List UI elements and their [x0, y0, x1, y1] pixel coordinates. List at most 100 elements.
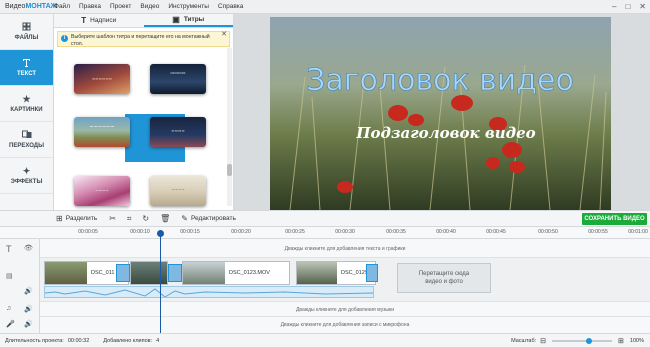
menu-video[interactable]: Видео: [140, 3, 159, 10]
text-track[interactable]: Дважды кликните для добавления текста и …: [40, 239, 650, 258]
menu-help[interactable]: Справка: [218, 3, 244, 10]
menu-tools[interactable]: Инструменты: [168, 3, 209, 10]
sidebar-item-label: КАРТИНКИ: [10, 107, 43, 113]
video-track[interactable]: DSC_011 DSC_0123.MOV DSC_0129 Перетащите…: [40, 258, 650, 302]
close-icon[interactable]: ✕: [639, 2, 646, 11]
sidebar-item-files[interactable]: ФАЙЛЫ: [0, 14, 53, 50]
clip-audio-waveform: [44, 286, 374, 298]
ruler-tick: 00:00:05: [78, 229, 98, 235]
sidebar: ФАЙЛЫ ТЕКСТ ★ КАРТИНКИ ПЕРЕХОДЫ ✦ ЭФФЕКТ…: [0, 14, 54, 210]
hint-banner: i Выберите шаблон титра и перетащите его…: [57, 31, 230, 47]
preview-subtitle: Подзаголовок видео: [355, 124, 535, 142]
volume-icon[interactable]: 🔊: [24, 287, 33, 295]
menu-edit[interactable]: Правка: [79, 3, 101, 10]
menu-bar: Файл Правка Проект Видео Инструменты Спр…: [54, 3, 252, 10]
transition-marker[interactable]: [168, 264, 182, 282]
title-bar: ВидеоМОНТАЖ Файл Правка Проект Видео Инс…: [0, 0, 650, 14]
transitions-icon: [21, 130, 32, 140]
microphone-icon: 🎤: [6, 321, 15, 328]
library-scrollbar[interactable]: [227, 48, 232, 206]
edit-icon: ✎: [181, 214, 188, 223]
title-template[interactable]: ▭▭▭▭: [150, 64, 206, 94]
sidebar-item-transitions[interactable]: ПЕРЕХОДЫ: [0, 122, 53, 158]
edit-button[interactable]: ✎ Редактировать: [181, 214, 236, 223]
title-template[interactable]: ~~~~~~: [74, 117, 130, 147]
music-volume-icon[interactable]: 🔊: [24, 305, 33, 313]
cut-button[interactable]: ✂: [109, 214, 119, 223]
mic-track[interactable]: Дважды кликните для добавления записи с …: [40, 317, 650, 333]
library-panel: T Надписи ▣ Титры i Выберите шаблон титр…: [54, 14, 234, 210]
preview-frame[interactable]: Заголовок видео Подзаголовок видео: [270, 17, 611, 210]
effects-icon: ✦: [22, 166, 31, 176]
save-video-button[interactable]: СОХРАНИТЬ ВИДЕО: [582, 213, 647, 225]
zoom-slider[interactable]: [552, 338, 613, 344]
duration-label: Длительность проекта:: [5, 337, 64, 344]
ruler-tick: 00:00:55: [588, 229, 608, 235]
library-tabs: T Надписи ▣ Титры: [54, 14, 233, 28]
preview-title: Заголовок видео: [306, 63, 574, 98]
playhead-handle[interactable]: [157, 230, 164, 237]
sidebar-item-label: ФАЙЛЫ: [14, 35, 39, 41]
ruler-tick: 00:00:20: [231, 229, 251, 235]
scrollbar-thumb[interactable]: [227, 164, 232, 176]
ruler-tick: 00:00:30: [335, 229, 355, 235]
tab-titles[interactable]: ▣ Титры: [143, 14, 233, 27]
app-logo: ВидеоМОНТАЖ: [5, 3, 58, 10]
ruler-tick: 00:00:40: [436, 229, 456, 235]
zoom-out-icon[interactable]: ⊟: [540, 337, 546, 345]
timeline-clip[interactable]: DSC_0129: [296, 261, 376, 285]
maximize-icon[interactable]: □: [625, 2, 630, 11]
minimize-icon[interactable]: –: [612, 2, 616, 11]
mic-track-hint: Дважды кликните для добавления записи с …: [280, 322, 410, 328]
zoom-control: Масштаб: ⊟ ⊞ 100%: [511, 337, 644, 345]
status-bar: Длительность проекта: 00:00:32 Добавлено…: [0, 333, 650, 347]
preview-panel: Заголовок видео Подзаголовок видео: [234, 14, 650, 210]
playhead[interactable]: [160, 230, 161, 333]
rotate-icon: ↻: [142, 214, 150, 223]
mic-volume-icon[interactable]: 🔊: [24, 320, 33, 328]
hint-close-icon[interactable]: ✕: [221, 31, 227, 39]
transition-marker[interactable]: [366, 264, 378, 282]
ruler-tick: 00:00:10: [130, 229, 150, 235]
delete-button[interactable]: 🗑: [160, 214, 173, 223]
music-icon: ♫: [6, 305, 12, 312]
zoom-in-icon[interactable]: ⊞: [618, 337, 624, 345]
duration-value: 00:00:32: [67, 337, 90, 344]
text-track-icon: T: [6, 244, 12, 254]
title-template[interactable]: ≈≈≈≈: [150, 117, 206, 147]
timeline-clip[interactable]: [130, 261, 168, 285]
title-template[interactable]: ~~~~: [150, 176, 206, 206]
timeline-ruler[interactable]: 00:00:05 00:00:10 00:00:15 00:00:20 00:0…: [0, 227, 650, 239]
track-headers: T 👁 ▤ 🔊 ♫ 🔊 🎤 🔊: [0, 239, 40, 333]
split-icon: ⊞: [56, 214, 63, 223]
eye-icon[interactable]: 👁: [24, 244, 33, 252]
video-track-icon: ▤: [6, 273, 13, 280]
ruler-tick: 00:00:15: [180, 229, 200, 235]
music-track-hint: Дважды кликните для добавления музыки: [295, 307, 395, 313]
title-template[interactable]: ≈≈≈≈≈≈: [74, 64, 130, 94]
title-template[interactable]: ~~~~: [74, 176, 130, 206]
rotate-button[interactable]: ↻: [142, 214, 152, 223]
scissors-icon: ✂: [109, 214, 116, 223]
text-track-hint: Дважды кликните для добавления текста и …: [284, 246, 406, 252]
sidebar-item-images[interactable]: ★ КАРТИНКИ: [0, 86, 53, 122]
sidebar-item-effects[interactable]: ✦ ЭФФЕКТЫ: [0, 158, 53, 194]
ruler-tick: 00:00:25: [285, 229, 305, 235]
sidebar-item-text[interactable]: ТЕКСТ: [0, 50, 53, 86]
zoom-slider-knob[interactable]: [586, 338, 593, 344]
sidebar-item-label: ТЕКСТ: [16, 71, 37, 77]
menu-project[interactable]: Проект: [110, 3, 131, 10]
menu-file[interactable]: Файл: [54, 3, 70, 10]
split-button[interactable]: ⊞ Разделить: [56, 214, 97, 223]
crop-icon: ⌗: [126, 213, 132, 223]
timeline-clip[interactable]: DSC_0123.MOV: [182, 261, 290, 285]
media-dropzone[interactable]: Перетащите сюда видео и фото: [397, 263, 491, 293]
music-track[interactable]: Дважды кликните для добавления музыки: [40, 302, 650, 317]
transition-marker[interactable]: [116, 264, 130, 282]
text-t-icon: T: [81, 16, 87, 25]
tab-captions[interactable]: T Надписи: [54, 14, 144, 27]
ruler-tick: 00:01:00: [628, 229, 648, 235]
files-icon: [22, 22, 31, 32]
window-controls: – □ ✕: [612, 2, 646, 11]
crop-button[interactable]: ⌗: [127, 214, 135, 224]
